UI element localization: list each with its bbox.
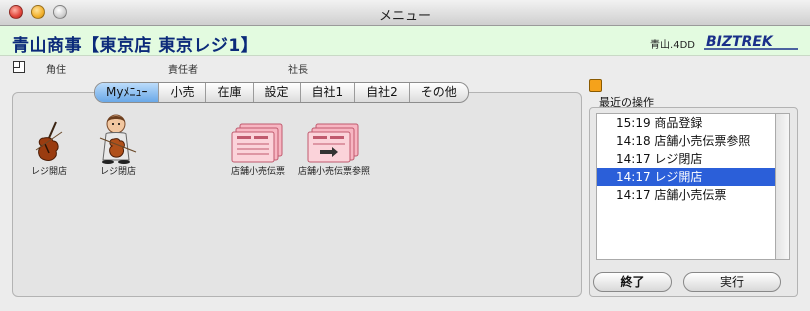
- end-button[interactable]: 終了: [593, 272, 672, 292]
- recent-operations-icon: [589, 79, 602, 92]
- menu-item-label: 店舗小売伝票参照: [298, 167, 371, 177]
- tab-settings[interactable]: 設定: [254, 83, 301, 102]
- menu-item-register-close[interactable]: レジ閉店: [89, 114, 147, 179]
- menu-item-register-open[interactable]: レジ開店: [22, 120, 76, 179]
- menu-item-label: レジ開店: [30, 167, 67, 177]
- violinist-icon: [99, 114, 137, 164]
- menu-item-store-retail-slip-reference[interactable]: 店舗小売伝票参照: [298, 120, 370, 179]
- tab-stock[interactable]: 在庫: [206, 83, 254, 102]
- info-label-location: 角住: [46, 65, 66, 76]
- list-item-selected[interactable]: 14:17 レジ開店: [597, 168, 775, 186]
- biztrek-logo: BIZTREK: [704, 34, 798, 50]
- database-name: 青山.4DD: [650, 40, 695, 51]
- menu-window: メニュー 青山商事【東京店 東京レジ1】 青山.4DD BIZTREK 角住 責…: [0, 0, 810, 311]
- menu-item-label: 店舗小売伝票: [230, 167, 285, 177]
- list-item[interactable]: 14:17 レジ閉店: [597, 150, 775, 168]
- run-button[interactable]: 実行: [683, 272, 781, 292]
- info-row: 角住 責任者 社長: [0, 56, 810, 78]
- title-bar[interactable]: メニュー: [0, 0, 810, 26]
- list-item[interactable]: 15:19 商品登録: [597, 114, 775, 132]
- tab-retail[interactable]: 小売: [159, 83, 207, 102]
- info-label-manager: 責任者: [168, 65, 198, 76]
- header-band: 青山商事【東京店 東京レジ1】 青山.4DD BIZTREK: [0, 26, 810, 56]
- menu-item-label: レジ閉店: [99, 167, 136, 177]
- recent-operations-list[interactable]: 15:19 商品登録 14:18 店舗小売伝票参照 14:17 レジ閉店 14:…: [596, 113, 776, 260]
- tab-other[interactable]: その他: [410, 83, 468, 102]
- recent-list-scrollbar[interactable]: [776, 113, 790, 260]
- document-stack-arrow-icon: [307, 123, 359, 163]
- window-corner-icon[interactable]: [13, 61, 25, 73]
- info-label-president: 社長: [288, 65, 308, 76]
- tab-company-1[interactable]: 自社1: [301, 83, 356, 102]
- menu-item-store-retail-slip[interactable]: 店舗小売伝票: [222, 120, 294, 179]
- window-title: メニュー: [378, 9, 431, 24]
- document-stack-icon: [231, 123, 283, 163]
- violin-icon: [35, 121, 63, 161]
- list-item[interactable]: 14:18 店舗小売伝票参照: [597, 132, 775, 150]
- logo-text: BIZTREK: [706, 34, 774, 50]
- list-item[interactable]: 14:17 店舗小売伝票: [597, 186, 775, 204]
- tab-my-menu[interactable]: Myﾒﾆｭｰ: [95, 83, 160, 102]
- company-store-title: 青山商事【東京店 東京レジ1】: [12, 36, 259, 56]
- tab-company-2[interactable]: 自社2: [355, 83, 410, 102]
- menu-tab-bar: Myﾒﾆｭｰ 小売 在庫 設定 自社1 自社2 その他: [94, 82, 469, 103]
